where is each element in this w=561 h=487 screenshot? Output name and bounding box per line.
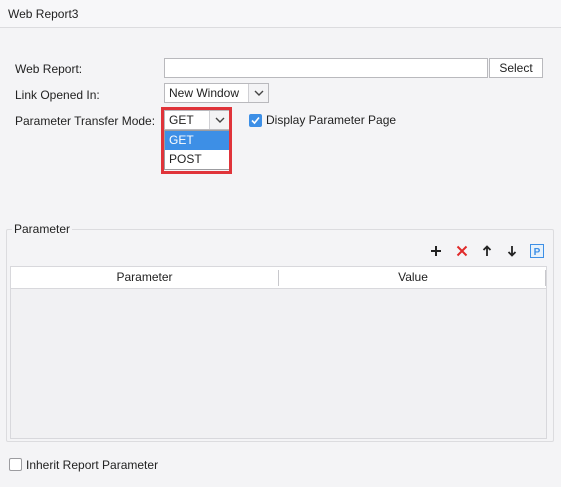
transfer-mode-label: Parameter Transfer Mode: <box>15 114 156 128</box>
column-divider <box>545 270 546 286</box>
checkmark-icon <box>251 116 260 125</box>
transfer-mode-select[interactable]: GET <box>164 110 230 130</box>
inherit-parameter-checkbox[interactable] <box>9 458 22 471</box>
select-button[interactable]: Select <box>489 58 543 78</box>
transfer-mode-value: GET <box>169 113 194 127</box>
column-header-value[interactable]: Value <box>279 267 547 288</box>
parameter-group-legend: Parameter <box>12 222 73 236</box>
move-up-icon[interactable] <box>478 242 496 260</box>
web-report-label: Web Report: <box>15 62 83 76</box>
window-title: Web Report3 <box>8 7 79 21</box>
column-header-parameter[interactable]: Parameter <box>11 267 278 288</box>
chevron-down-icon <box>209 111 229 129</box>
transfer-mode-dropdown: GET POST <box>164 130 230 170</box>
parameter-icon[interactable]: P <box>528 242 546 260</box>
chevron-down-icon <box>248 84 268 102</box>
dropdown-option-post[interactable]: POST <box>165 150 229 169</box>
move-down-icon[interactable] <box>503 242 521 260</box>
web-report-input[interactable] <box>164 58 488 78</box>
add-icon[interactable] <box>427 242 445 260</box>
link-opened-label: Link Opened In: <box>15 88 100 102</box>
dropdown-option-get[interactable]: GET <box>165 131 229 150</box>
inherit-parameter-label: Inherit Report Parameter <box>26 458 159 472</box>
link-opened-select[interactable]: New Window <box>164 83 269 103</box>
link-opened-value: New Window <box>169 86 240 100</box>
parameter-table: Parameter Value <box>10 266 547 439</box>
table-header: Parameter Value <box>11 267 546 289</box>
display-parameter-checkbox[interactable] <box>249 114 262 127</box>
svg-text:P: P <box>534 247 541 258</box>
delete-icon[interactable] <box>453 242 471 260</box>
display-parameter-label: Display Parameter Page <box>266 113 397 127</box>
title-bar <box>0 0 561 28</box>
